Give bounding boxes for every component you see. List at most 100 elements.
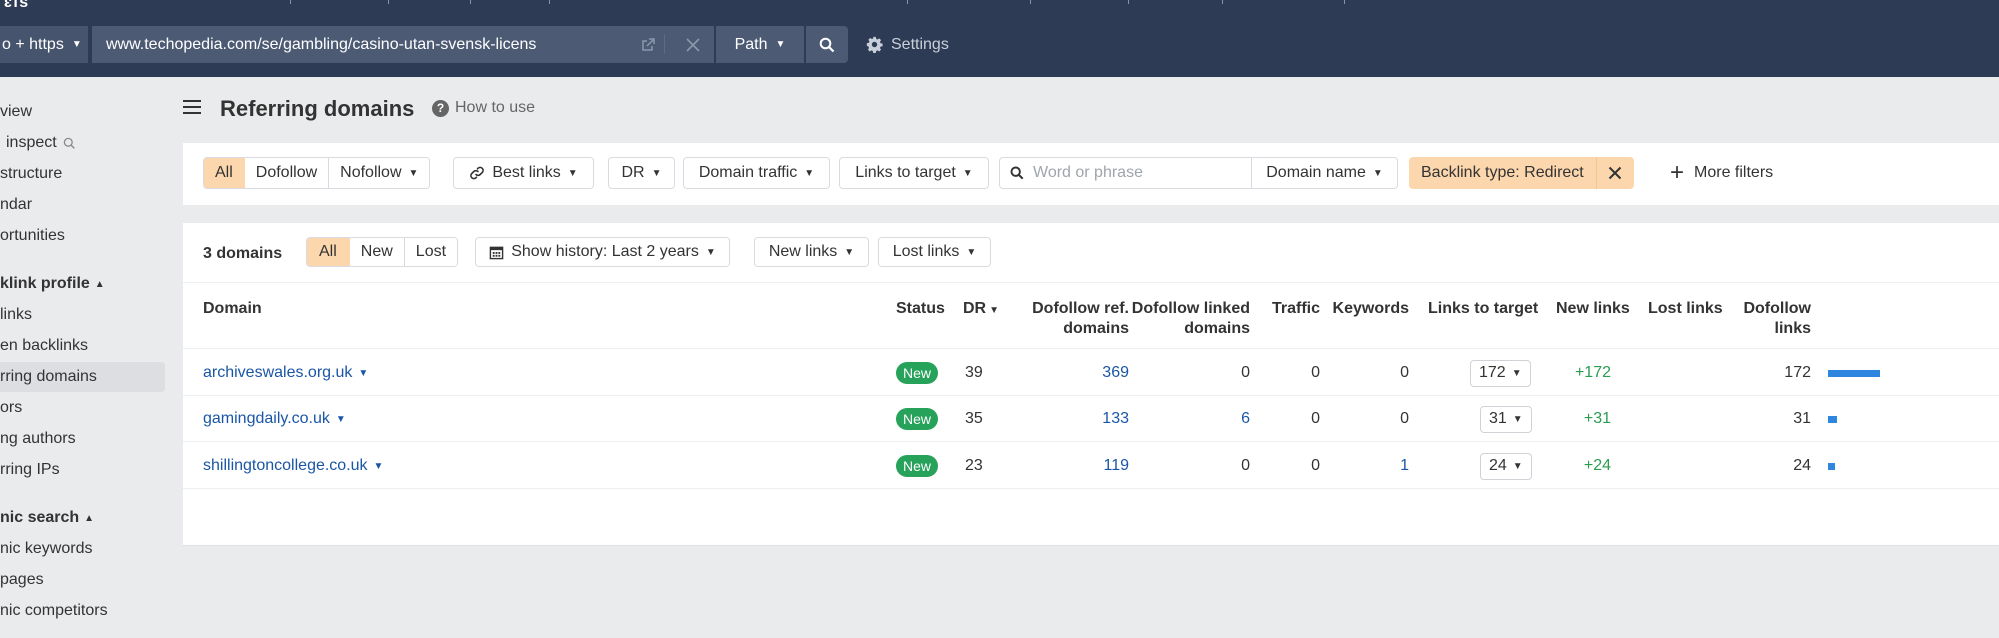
sidebar-item-calendar[interactable]: ndar <box>0 190 165 220</box>
chevron-down-icon: ▼ <box>844 246 855 258</box>
mode-dropdown[interactable]: Path ▼ <box>716 26 804 63</box>
links-to-target-value: 172 <box>1479 364 1506 381</box>
sidebar-item-organic-keywords[interactable]: nic keywords <box>0 534 165 564</box>
search-icon <box>819 37 835 52</box>
history-dropdown[interactable]: Show history: Last 2 years ▼ <box>475 237 730 267</box>
menu-toggle-icon[interactable] <box>183 100 201 114</box>
link-type-nofollow[interactable]: Nofollow ▼ <box>329 158 430 188</box>
status-lost[interactable]: Lost <box>404 238 458 266</box>
sidebar-item-structure[interactable]: structure <box>0 159 165 189</box>
chevron-down-icon: ▼ <box>962 167 973 179</box>
status-badge: New <box>896 362 939 384</box>
settings-button[interactable]: Settings <box>866 26 949 63</box>
domain-traffic-dropdown[interactable]: Domain traffic ▼ <box>683 157 830 189</box>
status-all[interactable]: All <box>307 238 350 266</box>
column-dr[interactable]: DR ▼ <box>963 299 999 321</box>
chevron-down-icon[interactable]: ▼ <box>374 461 384 472</box>
chevron-down-icon: ▼ <box>567 167 578 179</box>
chevron-down-icon[interactable]: ▼ <box>336 414 346 425</box>
best-links-dropdown[interactable]: Best links ▼ <box>453 157 594 189</box>
links-to-target-value: 31 <box>1489 410 1507 427</box>
keyword-search-input[interactable] <box>1033 164 1233 182</box>
url-value: www.techopedia.com/se/gambling/casino-ut… <box>106 35 537 53</box>
column-label: domains <box>1063 320 1129 337</box>
protocol-dropdown[interactable]: o + https ▼ <box>0 26 90 63</box>
chevron-down-icon: ▼ <box>1511 367 1522 379</box>
link-type-all[interactable]: All <box>204 158 245 188</box>
links-to-target-dropdown[interactable]: 31 ▼ <box>1480 405 1532 433</box>
option-label: All <box>319 243 337 260</box>
dofollow-linked-domains-value: 0 <box>1241 364 1250 381</box>
column-domain[interactable]: Domain <box>203 299 262 319</box>
sidebar-section-title: klink profile <box>0 275 90 292</box>
active-filter-chip[interactable]: Backlink type: Redirect <box>1409 157 1634 189</box>
table-row: gamingdaily.co.uk ▼ New 35 133 6 0 0 31 ▼ +31 31 <box>183 396 1999 442</box>
link-type-dofollow[interactable]: Dofollow <box>244 158 330 188</box>
new-links-value[interactable]: +31 <box>1543 396 1611 442</box>
new-links-value[interactable]: +24 <box>1543 443 1611 489</box>
new-links-dropdown[interactable]: New links ▼ <box>754 237 869 267</box>
new-links-value[interactable]: +172 <box>1543 350 1611 396</box>
best-links-label: Best links <box>492 164 561 181</box>
remove-filter-icon[interactable] <box>1595 157 1634 189</box>
keywords-value[interactable]: 1 <box>1323 443 1409 489</box>
links-to-target-dropdown[interactable]: 172 ▼ <box>1470 359 1531 387</box>
dofollow-ref-domains-link[interactable]: 119 <box>1009 443 1129 489</box>
status-cell: New <box>896 396 939 442</box>
column-traffic[interactable]: Traffic <box>1260 299 1320 319</box>
sidebar-item-referring-domains[interactable]: rring domains <box>0 362 165 392</box>
table-header: Domain Status DR ▼ Dofollow ref. domains … <box>183 295 1999 349</box>
url-input[interactable]: www.techopedia.com/se/gambling/casino-ut… <box>92 26 714 63</box>
column-new-links[interactable]: New links <box>1556 299 1630 319</box>
dofollow-linked-domains-value[interactable]: 6 <box>1129 396 1250 442</box>
column-status[interactable]: Status <box>896 299 945 319</box>
sidebar-section-backlink-profile[interactable]: klink profile ▲ <box>0 269 165 299</box>
sidebar-item-referring-ips[interactable]: rring IPs <box>0 455 165 485</box>
chevron-down-icon[interactable]: ▼ <box>358 368 368 379</box>
clear-url-icon[interactable] <box>672 26 714 63</box>
column-dofollow-linked-domains[interactable]: Dofollow linked domains <box>1129 299 1250 339</box>
sidebar-item-anchors[interactable]: ors <box>0 393 165 423</box>
plus-icon: + <box>1670 159 1685 186</box>
column-keywords[interactable]: Keywords <box>1323 299 1409 319</box>
sidebar-item-label: rring domains <box>0 368 97 385</box>
help-icon: ? <box>432 99 449 117</box>
dofollow-links-bar <box>1828 369 1880 377</box>
domain-link[interactable]: archiveswales.org.uk ▼ <box>203 350 368 396</box>
column-dofollow-links[interactable]: Dofollow links <box>1723 299 1811 339</box>
column-links-to-target[interactable]: Links to target <box>1428 299 1538 319</box>
status-new[interactable]: New <box>349 238 405 266</box>
domain-name: archiveswales.org.uk <box>203 364 353 381</box>
sidebar-item-overview[interactable]: view <box>0 97 165 127</box>
dofollow-ref-domains-link[interactable]: 369 <box>1009 350 1129 396</box>
dr-dropdown[interactable]: DR ▼ <box>608 157 675 189</box>
column-dofollow-ref-domains[interactable]: Dofollow ref. domains <box>1009 299 1129 339</box>
chevron-down-icon: ▼ <box>966 246 977 258</box>
links-to-target-dropdown[interactable]: 24 ▼ <box>1480 452 1532 480</box>
dofollow-ref-domains-link[interactable]: 133 <box>1009 396 1129 442</box>
more-filters-button[interactable]: + More filters <box>1670 157 1773 189</box>
links-to-target-dropdown[interactable]: Links to target ▼ <box>839 157 989 189</box>
domain-link[interactable]: shillingtoncollege.co.uk ▼ <box>203 443 383 489</box>
sidebar-item-site-inspect[interactable]: inspect <box>0 128 165 158</box>
column-label: domains <box>1184 320 1250 337</box>
lost-links-dropdown[interactable]: Lost links ▼ <box>878 237 991 267</box>
sidebar-item-linking-authors[interactable]: ng authors <box>0 424 165 454</box>
sidebar-item-opportunities[interactable]: ortunities <box>0 221 165 251</box>
domain-link[interactable]: gamingdaily.co.uk ▼ <box>203 396 346 442</box>
search-scope-dropdown[interactable]: Domain name ▼ <box>1251 157 1398 189</box>
search-button[interactable] <box>806 26 848 63</box>
logo[interactable]: ɛfs <box>4 0 29 12</box>
sidebar-item-label: rring IPs <box>0 461 60 478</box>
how-to-use-link[interactable]: ? How to use <box>432 99 535 117</box>
open-external-icon[interactable] <box>636 26 660 63</box>
sidebar-item-backlinks[interactable]: links <box>0 300 165 330</box>
sidebar-item-organic-competitors[interactable]: nic competitors <box>0 596 165 626</box>
sidebar-item-top-pages[interactable]: pages <box>0 565 165 595</box>
sidebar-item-label: ng authors <box>0 430 76 447</box>
column-lost-links[interactable]: Lost links <box>1648 299 1723 319</box>
dofollow-links-bar-cell <box>1828 350 1880 396</box>
sidebar-section-organic-search[interactable]: nic search ▲ <box>0 503 165 533</box>
sidebar-item-broken-backlinks[interactable]: en backlinks <box>0 331 165 361</box>
traffic-value: 0 <box>1311 457 1320 474</box>
